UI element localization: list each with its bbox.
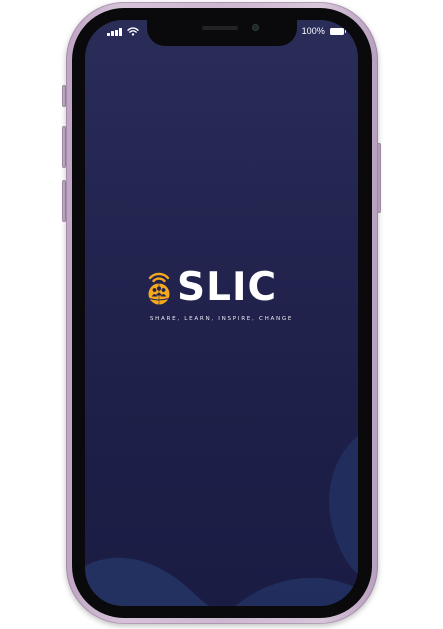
- wifi-icon: [126, 27, 139, 36]
- globe-people-icon: [143, 269, 175, 307]
- tagline: SHARE, LEARN, INSPIRE, CHANGE: [149, 316, 294, 322]
- cellular-signal-icon: [107, 27, 122, 36]
- status-bar-left: [107, 27, 139, 36]
- battery-percentage: 100%: [301, 26, 325, 36]
- slic-logo: SLIC: [143, 268, 277, 307]
- front-camera: [252, 24, 259, 31]
- status-bar-right: 100%: [301, 26, 346, 36]
- app-name: SLIC: [177, 265, 278, 310]
- phone-mockup: 100% SLIC SHARE, LEARN, INSPIRE, CHANGE: [0, 0, 443, 629]
- earpiece-speaker: [202, 26, 238, 30]
- notch: [147, 20, 297, 46]
- battery-icon: [330, 27, 346, 35]
- splash-screen: 100% SLIC SHARE, LEARN, INSPIRE, CHANGE: [85, 20, 358, 606]
- decorative-waves: [85, 436, 358, 606]
